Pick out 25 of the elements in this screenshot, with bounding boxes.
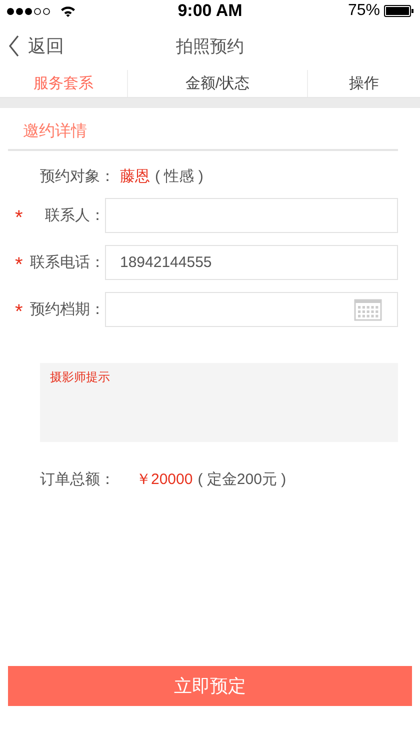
deposit-note: ( 定金200元 ) <box>198 470 286 489</box>
target-note: ( 性感 ) <box>155 167 204 186</box>
battery-percent: 75% <box>348 2 380 20</box>
required-mark: * <box>15 300 24 324</box>
total-amount: ￥20000 <box>136 470 193 489</box>
input-field[interactable]: 18942144555 <box>105 245 398 280</box>
total-label: 订单总额： <box>40 470 115 489</box>
field-label: 预约档期： <box>29 300 105 319</box>
field-label: 联系人： <box>44 206 105 225</box>
battery-icon <box>384 5 414 17</box>
wifi-icon <box>60 5 76 17</box>
chevron-left-icon <box>8 35 20 57</box>
target-name: 藤恩 <box>120 167 150 186</box>
back-button[interactable]: 返回 <box>0 34 64 58</box>
input-field[interactable] <box>105 198 398 233</box>
calendar-icon <box>354 297 382 321</box>
section-title: 邀约详情 <box>23 123 87 140</box>
required-mark: * <box>15 253 24 277</box>
date-field[interactable] <box>105 292 398 327</box>
required-mark: * <box>15 206 24 230</box>
page-title: 拍照预约 <box>176 36 244 58</box>
status-time: 9:00 AM <box>178 1 242 21</box>
target-label: 预约对象： <box>40 167 115 186</box>
field-label: 联系电话： <box>29 253 105 272</box>
hint-box[interactable]: 摄影师提示 <box>40 363 398 442</box>
